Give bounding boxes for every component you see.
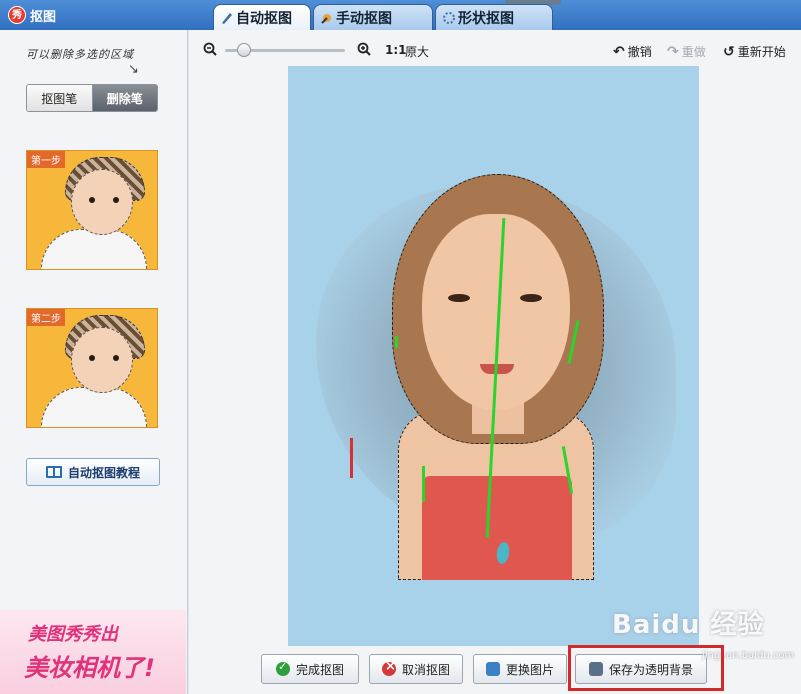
editing-canvas[interactable] <box>288 66 699 646</box>
main-area: 1:1 原大 ↶ 撤销 ↷ 重做 ↺ 重新开始 ✓ 完成抠图 × 取消抠图 更换… <box>189 30 801 694</box>
pen-toggle: 抠图笔 删除笔 <box>26 84 158 112</box>
step2-tag: 第二步 <box>27 309 65 326</box>
face-shape <box>71 327 133 393</box>
app-logo-icon: 秀 <box>8 6 26 24</box>
promo-banner[interactable]: 美图秀秀出 美妆相机了! <box>0 610 186 694</box>
magic-wand-icon <box>321 14 331 24</box>
promo-line2: 美妆相机了! <box>24 654 155 682</box>
tab-auto-cutout[interactable]: 自动抠图 <box>213 4 311 31</box>
redo-icon: ↷ <box>667 43 679 60</box>
zoom-out-icon[interactable] <box>203 42 217 56</box>
left-panel: 可以删除多选的区域 ↘ 抠图笔 删除笔 第一步 第二步 自动抠图教程 美图秀秀出… <box>0 30 188 694</box>
change-image-button[interactable]: 更换图片 <box>473 654 567 684</box>
tab-label: 手动抠图 <box>336 10 392 27</box>
erase-stroke <box>350 438 353 478</box>
erase-hint: 可以删除多选的区域 <box>26 48 134 61</box>
tab-shape-cutout[interactable]: 形状抠图 <box>435 4 553 30</box>
shape-icon <box>443 12 455 24</box>
reset-label: 重新开始 <box>737 45 786 59</box>
right-eye <box>520 294 542 302</box>
original-size-button[interactable]: 原大 <box>405 43 429 60</box>
zoom-toolbar: 1:1 原大 ↶ 撤销 ↷ 重做 ↺ 重新开始 <box>189 30 801 68</box>
brush-icon <box>222 13 232 24</box>
image-icon <box>485 662 500 676</box>
cutout-stroke <box>422 466 425 502</box>
redo-button[interactable]: ↷ 重做 <box>667 43 706 60</box>
book-icon <box>45 466 62 478</box>
watermark-logo: Baidu 经验 <box>612 610 765 640</box>
reset-button[interactable]: ↺ 重新开始 <box>723 43 786 60</box>
left-eye <box>448 294 470 302</box>
undo-button[interactable]: ↶ 撤销 <box>613 43 652 60</box>
zoom-in-icon[interactable] <box>357 42 371 56</box>
redo-label: 重做 <box>681 45 706 59</box>
tab-label: 形状抠图 <box>458 10 514 27</box>
hint-arrow-icon: ↘ <box>128 62 139 77</box>
face-shape <box>71 169 133 235</box>
tab-manual-cutout[interactable]: 手动抠图 <box>313 4 433 30</box>
cutout-stroke <box>395 336 398 348</box>
save-highlight-box <box>568 645 724 691</box>
eye-shape <box>113 355 119 361</box>
check-icon <box>275 660 290 676</box>
body-shape <box>41 229 147 269</box>
tutorial-label: 自动抠图教程 <box>67 465 140 480</box>
cancel-label: 取消抠图 <box>401 662 450 677</box>
finish-label: 完成抠图 <box>295 662 344 677</box>
zoom-ratio-button[interactable]: 1:1 <box>385 43 407 57</box>
eye-shape <box>89 197 95 203</box>
close-icon <box>381 659 396 676</box>
title-bar: 秀 抠图 自动抠图 手动抠图 形状抠图 <box>0 0 801 31</box>
zoom-slider-thumb[interactable] <box>237 43 251 57</box>
reset-icon: ↺ <box>723 43 735 60</box>
step2-example-image: 第二步 <box>26 308 158 428</box>
step1-example-image: 第一步 <box>26 150 158 270</box>
step1-tag: 第一步 <box>27 151 65 168</box>
change-label: 更换图片 <box>505 662 554 677</box>
red-top-shape <box>422 476 572 580</box>
undo-label: 撤销 <box>627 45 652 59</box>
eye-shape <box>89 355 95 361</box>
tutorial-button[interactable]: 自动抠图教程 <box>26 458 160 486</box>
promo-line1: 美图秀秀出 <box>28 624 118 645</box>
finish-cutout-button[interactable]: 完成抠图 <box>261 654 359 684</box>
eye-shape <box>113 197 119 203</box>
tab-label: 自动抠图 <box>236 11 292 27</box>
cutout-pen-button[interactable]: 抠图笔 <box>27 85 93 111</box>
body-shape <box>41 387 147 427</box>
cancel-cutout-button[interactable]: 取消抠图 <box>369 654 463 684</box>
window-title: 抠图 <box>30 10 57 25</box>
erase-pen-button[interactable]: 删除笔 <box>92 85 157 111</box>
undo-icon: ↶ <box>613 43 625 60</box>
